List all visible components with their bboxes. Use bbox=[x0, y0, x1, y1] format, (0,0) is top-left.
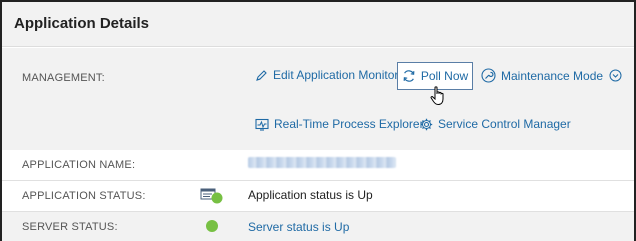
poll-now-label: Poll Now bbox=[420, 69, 469, 83]
server-status-link[interactable]: Server status is Up bbox=[248, 220, 349, 234]
server-status-dot-icon bbox=[206, 220, 218, 232]
wrench-icon bbox=[481, 68, 496, 83]
process-explorer-icon bbox=[255, 118, 269, 131]
management-label: MANAGEMENT: bbox=[22, 72, 105, 84]
service-control-manager-label: Service Control Manager bbox=[438, 117, 571, 131]
service-control-manager-link[interactable]: Service Control Manager bbox=[420, 117, 571, 131]
panel-title: Application Details bbox=[14, 15, 150, 32]
gear-icon bbox=[420, 118, 433, 130]
panel-header: Application Details bbox=[2, 2, 634, 47]
application-status-label: APPLICATION STATUS: bbox=[22, 190, 146, 202]
maintenance-mode-label: Maintenance Mode bbox=[501, 68, 604, 83]
refresh-icon bbox=[403, 70, 415, 82]
hand-cursor-icon bbox=[430, 86, 446, 111]
application-status-icon bbox=[200, 188, 224, 209]
edit-application-monitor-link[interactable]: Edit Application Monitor bbox=[255, 68, 398, 82]
edit-application-monitor-label: Edit Application Monitor bbox=[273, 68, 399, 82]
maintenance-mode-link[interactable]: Maintenance Mode bbox=[481, 68, 622, 83]
server-status-label: SERVER STATUS: bbox=[22, 221, 118, 233]
application-details-panel: Application Details MANAGEMENT: Edit App… bbox=[0, 0, 636, 241]
chevron-down-icon[interactable] bbox=[609, 69, 622, 82]
process-explorer-label: Real-Time Process Explorer bbox=[274, 117, 424, 131]
application-status-value: Application status is Up bbox=[248, 188, 373, 202]
application-name-label: APPLICATION NAME: bbox=[22, 159, 136, 171]
application-name-value-redacted bbox=[248, 157, 396, 168]
management-row: MANAGEMENT: bbox=[2, 48, 634, 150]
pencil-icon bbox=[256, 69, 267, 81]
real-time-process-explorer-link[interactable]: Real-Time Process Explorer bbox=[255, 117, 424, 131]
